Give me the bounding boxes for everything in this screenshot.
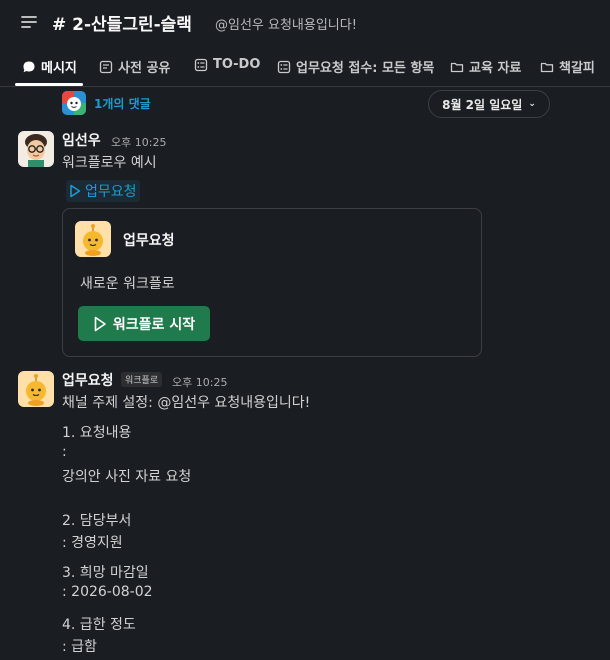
- workflow-link[interactable]: 업무요청: [66, 180, 140, 202]
- date-label: 8월 2일 일요일: [442, 97, 523, 112]
- user-avatar-icon: [18, 131, 54, 167]
- tab-label: 업무요청 접수: 모든 항목: [296, 61, 435, 76]
- workflow-badge: 워크플로: [121, 372, 163, 387]
- menu-icon[interactable]: [20, 13, 38, 31]
- channel-tabs: 메시지 사전 공유 TO-DO 업무요청 접수: 모든 항목 교육 자료 책갈피: [0, 44, 610, 87]
- canvas-icon: [99, 60, 113, 73]
- list-icon: [194, 58, 208, 71]
- list-icon: [277, 60, 291, 73]
- workflow-bot-icon: [18, 371, 54, 407]
- chevron-down-icon: ⌄: [528, 99, 536, 109]
- workflow-link-label: 업무요청: [85, 184, 137, 200]
- play-icon: [94, 316, 106, 331]
- workflow-card-description: 새로운 워크플로: [80, 276, 175, 292]
- message-line: : 경영지원: [62, 535, 123, 551]
- message-line: 강의안 사진 자료 요청: [62, 469, 192, 485]
- workflow-card: 업무요청 새로운 워크플로 워크플로 시작: [62, 208, 482, 357]
- folder-icon: [540, 62, 554, 72]
- message-timestamp[interactable]: 오후 10:25: [172, 374, 227, 390]
- avatar: [62, 91, 86, 115]
- tab-label: 책갈피: [559, 61, 595, 76]
- active-tab-indicator: [15, 83, 83, 86]
- message-timestamp[interactable]: 오후 10:25: [111, 134, 166, 150]
- channel-header: # 2-산들그린-슬랙 @임선우 요청내용입니다!: [0, 0, 610, 44]
- message-line: : 급함: [62, 639, 97, 655]
- bot-avatar-icon: [62, 91, 86, 115]
- tab-label: 사전 공유: [118, 61, 171, 76]
- folder-icon: [450, 62, 464, 72]
- tab-shared-notes[interactable]: 사전 공유: [99, 57, 170, 76]
- message-author[interactable]: 임선우: [62, 130, 101, 150]
- avatar[interactable]: [18, 371, 54, 407]
- play-icon: [70, 184, 81, 198]
- tab-label: 메시지: [41, 61, 77, 76]
- message-line: 3. 희망 마감일: [62, 565, 149, 581]
- thread-reply-count[interactable]: 1개의 댓글: [94, 95, 151, 112]
- date-divider-button[interactable]: 8월 2일 일요일 ⌄: [428, 90, 550, 118]
- message-line: 2. 담당부서: [62, 513, 132, 529]
- workflow-card-title: 업무요청: [123, 233, 175, 249]
- tab-work-requests[interactable]: 업무요청 접수: 모든 항목: [277, 57, 434, 76]
- channel-topic[interactable]: @임선우 요청내용입니다!: [215, 14, 357, 33]
- tab-todo[interactable]: TO-DO: [194, 57, 260, 72]
- tab-education[interactable]: 교육 자료: [450, 57, 521, 76]
- tab-label: TO-DO: [213, 57, 261, 72]
- workflow-bot-icon: [75, 221, 111, 257]
- message-icon: [23, 61, 35, 72]
- message-line: 4. 급한 정도: [62, 617, 136, 633]
- start-workflow-button[interactable]: 워크플로 시작: [78, 306, 210, 341]
- tab-label: 교육 자료: [469, 61, 522, 76]
- message-line: 1. 요청내용: [62, 425, 132, 441]
- message-line: : 2026-08-02: [62, 584, 153, 600]
- start-workflow-label: 워크플로 시작: [112, 316, 196, 333]
- message-author[interactable]: 업무요청: [62, 370, 114, 390]
- channel-title[interactable]: # 2-산들그린-슬랙: [52, 10, 192, 35]
- tab-bookmarks[interactable]: 책갈피: [540, 57, 595, 76]
- message-text: 워크플로우 예시: [62, 155, 157, 171]
- avatar[interactable]: [18, 131, 54, 167]
- message-line: 채널 주제 설정: @임선우 요청내용입니다!: [62, 395, 311, 411]
- tab-messages[interactable]: 메시지: [22, 57, 77, 76]
- message-line: :: [62, 444, 67, 460]
- thread-replies[interactable]: 1개의 댓글: [62, 90, 151, 116]
